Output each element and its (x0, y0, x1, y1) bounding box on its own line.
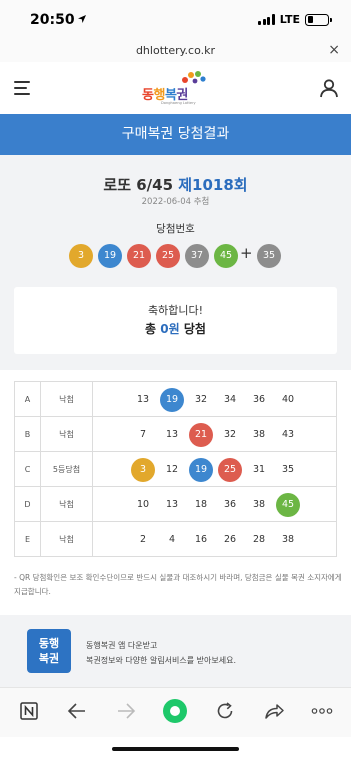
winning-ball: 3 (69, 244, 93, 268)
matched-number-ball: 21 (189, 423, 213, 447)
ticket-number: 32 (223, 429, 237, 440)
url-bar[interactable]: dhlottery.co.kr × (0, 40, 351, 62)
hamburger-menu-icon[interactable] (14, 81, 30, 95)
ticket-number: 38 (281, 534, 295, 545)
ticket-number: 28 (252, 534, 266, 545)
ticket-number: 32 (194, 394, 208, 405)
ticket-number: 13 (165, 499, 179, 510)
ticket-game-letter: B (15, 417, 41, 452)
winning-ball: 45 (214, 244, 238, 268)
matched-number-ball: 25 (218, 458, 242, 482)
ticket-number: 13 (165, 429, 179, 440)
ticket-number: 12 (165, 464, 179, 475)
site-header: 동행복권 Donghaeng Lottery (0, 62, 351, 114)
banner-line-1: 동행복권 앱 다운받고 (86, 641, 158, 650)
naver-n-icon[interactable] (16, 698, 42, 724)
game-round: 제1018회 (178, 176, 248, 194)
game-title: 로또 6/45 제1018회 (0, 174, 351, 195)
matched-number-ball: 19 (160, 388, 184, 412)
ticket-number: 18 (194, 499, 208, 510)
location-arrow-icon (78, 15, 86, 23)
ticket-row: A 낙첨 13 19 32 34 36 40 (15, 382, 336, 417)
ticket-number: 36 (223, 499, 237, 510)
matched-number-ball: 19 (189, 458, 213, 482)
ticket-number: 7 (139, 429, 147, 440)
signal-icon (258, 14, 275, 25)
ticket-number: 31 (252, 464, 266, 475)
app-download-banner[interactable]: 동행 복권 동행복권 앱 다운받고 복권정보와 다양한 알림서비스를 받아보세요… (0, 615, 351, 687)
ticket-number: 38 (252, 429, 266, 440)
back-arrow-icon[interactable] (64, 698, 90, 724)
share-icon[interactable] (261, 698, 287, 724)
ticket-row: D 낙첨 10 13 18 36 38 45 (15, 487, 336, 522)
ticket-number: 34 (223, 394, 237, 405)
home-indicator (112, 747, 239, 751)
ticket-number: 13 (136, 394, 150, 405)
refresh-icon[interactable] (212, 698, 238, 724)
notice-text: - QR 당첨확인은 보조 확인수단이므로 반드시 실물과 대조하시기 바라며,… (14, 573, 342, 596)
more-icon[interactable] (309, 698, 335, 724)
ticket-status: 낙첨 (41, 522, 93, 557)
close-icon[interactable]: × (328, 42, 340, 58)
page-title: 구매복권 당첨결과 (121, 126, 230, 142)
ticket-status: 5등당첨 (41, 452, 93, 487)
ticket-number: 36 (252, 394, 266, 405)
ticket-game-letter: C (15, 452, 41, 487)
result-amount: 총 0원 당첨 (145, 322, 206, 336)
result-card: 축하합니다! 총 0원 당첨 (14, 287, 337, 354)
winning-ball: 25 (156, 244, 180, 268)
status-indicators: LTE (258, 13, 332, 26)
page-title-bar: 구매복권 당첨결과 (0, 114, 351, 155)
prize-amount: 0원 (160, 322, 180, 336)
ticket-number: 35 (281, 464, 295, 475)
winning-ball: 37 (185, 244, 209, 268)
ticket-status: 낙첨 (41, 487, 93, 522)
result-greeting: 축하합니다! (147, 304, 203, 317)
status-bar: 20:50 LTE (0, 0, 351, 40)
ticket-game-letter: E (15, 522, 41, 557)
winning-ball: 21 (127, 244, 151, 268)
app-logo-icon[interactable]: 동행 복권 (27, 629, 71, 673)
ticket-number: 10 (136, 499, 150, 510)
matched-number-ball: 3 (131, 458, 155, 482)
donghaeng-lottery-logo[interactable]: 동행복권 Donghaeng Lottery (142, 70, 212, 106)
network-type: LTE (279, 13, 300, 26)
ticket-game-letter: A (15, 382, 41, 417)
battery-icon (305, 13, 332, 26)
ticket-row: E 낙첨 2 4 16 26 28 38 (15, 522, 336, 557)
matched-number-ball: 45 (276, 493, 300, 517)
ticket-row: C 5등당첨 3 12 19 25 31 35 (15, 452, 336, 487)
ticket-number: 38 (252, 499, 266, 510)
browser-toolbar (0, 687, 351, 737)
ticket-number: 26 (223, 534, 237, 545)
forward-arrow-icon[interactable] (113, 698, 139, 724)
ticket-status: 낙첨 (41, 382, 93, 417)
ticket-number: 2 (139, 534, 147, 545)
winning-numbers-label: 당첨번호 (156, 223, 195, 235)
ticket-table: A 낙첨 13 19 32 34 36 40 B 낙첨 7 13 21 32 38 43 C 5등당첨 3 12 19 2… (14, 381, 337, 557)
ticket-row: B 낙첨 7 13 21 32 38 43 (15, 417, 336, 452)
ticket-number: 16 (194, 534, 208, 545)
url-text[interactable]: dhlottery.co.kr (0, 44, 351, 57)
bonus-ball: 35 (257, 244, 281, 268)
plus-sign: + (240, 244, 253, 262)
ticket-number: 43 (281, 429, 295, 440)
ticket-status: 낙첨 (41, 417, 93, 452)
ticket-game-letter: D (15, 487, 41, 522)
logo-subtitle: Donghaeng Lottery (161, 101, 196, 105)
banner-line-2: 복권정보와 다양한 알림서비스를 받아보세요. (86, 656, 237, 665)
winning-ball: 19 (98, 244, 122, 268)
user-icon[interactable] (319, 78, 339, 98)
draw-date: 2022-06-04 추첨 (141, 197, 210, 207)
game-name: 로또 6/45 (103, 176, 174, 194)
ticket-number: 40 (281, 394, 295, 405)
status-time: 20:50 (30, 12, 75, 28)
ticket-number: 4 (168, 534, 176, 545)
home-green-icon[interactable] (162, 698, 188, 724)
